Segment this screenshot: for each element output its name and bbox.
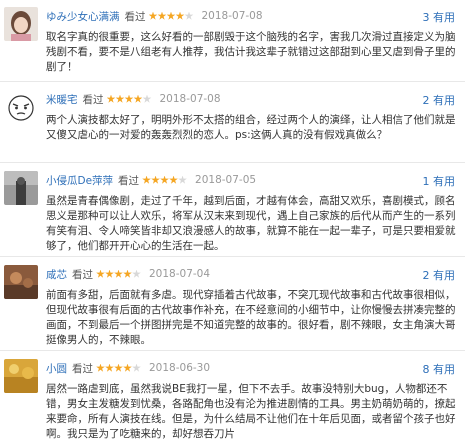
star-icon [123,363,132,372]
username[interactable]: 米暖宅 [46,92,78,107]
star-icon [133,94,143,103]
review-text: 虽然是青春偶像剧，走过了千年，越到后面，才越有体会，高甜又欢乐，喜剧模式，顾名思… [46,195,456,252]
review-text: 居然一路虐到底，虽然我说BE我打一星，但下不去手。故事没特别大bug，人物都还不… [46,383,456,440]
avatar[interactable] [4,7,38,41]
avatar[interactable] [4,265,38,299]
review-item: 小侵瓜De萍萍 看过 2018-07-05 1 有用 虽然是青春偶像剧，走过了千… [0,164,465,257]
star-icon [175,11,185,20]
star-icon [106,94,116,103]
username[interactable]: 小圆 [46,361,67,376]
star-icon [142,175,151,184]
watched-label: 看过 [72,362,93,375]
star-icon [105,363,114,372]
star-icon [151,175,160,184]
star-rating [142,175,187,185]
star-icon [148,11,158,20]
star-icon [157,11,167,20]
star-icon [166,11,176,20]
username[interactable]: 咸芯 [46,267,67,282]
watched-label: 看过 [82,93,104,106]
review-item: ゆみ少女心满满 看过 2018-07-08 3 有用 取名字真的很重要，这么好看… [0,0,465,82]
review-item: 米暖宅 看过 2018-07-08 2 有用 两个人演技都太好了，明明外形不太搭… [0,83,465,163]
star-icon [124,94,134,103]
star-icon [114,269,123,278]
review-text: 前面有多甜，后面就有多虐。现代穿插着古代故事，不突兀现代故事和古代故事很相似，但… [46,289,456,346]
star-icon [96,269,105,278]
useful-count[interactable]: 2 有用 [423,267,456,283]
review-item: 小圆 看过 2018-06-30 8 有用 居然一路虐到底，虽然我说BE我打一星… [0,352,465,444]
review-date: 2018-07-05 [195,174,257,186]
avatar[interactable] [4,359,38,393]
star-icon [160,175,169,184]
star-rating [96,269,141,279]
review-date: 2018-07-08 [201,10,263,22]
star-rating [96,363,141,373]
review-text: 取名字真的很重要，这么好看的一部剧毁于这个脑残的名字，害我几次滑过直接定义为脑残… [46,31,456,73]
star-icon [115,94,125,103]
useful-count[interactable]: 2 有用 [423,92,456,108]
avatar[interactable] [4,171,38,205]
star-icon [105,269,114,278]
watched-label: 看过 [118,174,140,187]
star-icon [184,11,194,20]
review-list: ゆみ少女心满满 看过 2018-07-08 3 有用 取名字真的很重要，这么好看… [0,0,465,444]
useful-count[interactable]: 8 有用 [423,361,456,377]
star-icon [123,269,132,278]
username[interactable]: ゆみ少女心满满 [46,9,120,24]
star-icon [169,175,178,184]
star-rating [106,94,152,104]
review-item: 咸芯 看过 2018-07-04 2 有用 前面有多甜，后面就有多虐。现代穿插着… [0,258,465,351]
star-icon [178,175,187,184]
star-rating [148,11,194,21]
watched-label: 看过 [72,268,93,281]
star-icon [142,94,152,103]
review-date: 2018-07-08 [159,93,221,105]
star-icon [132,269,141,278]
review-date: 2018-06-30 [149,362,211,374]
review-date: 2018-07-04 [149,268,211,280]
watched-label: 看过 [124,10,146,23]
star-icon [96,363,105,372]
avatar[interactable] [4,90,38,124]
star-icon [114,363,123,372]
review-text: 两个人演技都太好了，明明外形不太搭的组合，经过两个人的演绎，让人相信了他们就是又… [46,114,456,141]
username[interactable]: 小侵瓜De萍萍 [46,173,113,188]
useful-count[interactable]: 3 有用 [423,9,456,25]
star-icon [132,363,141,372]
useful-count[interactable]: 1 有用 [423,173,456,189]
